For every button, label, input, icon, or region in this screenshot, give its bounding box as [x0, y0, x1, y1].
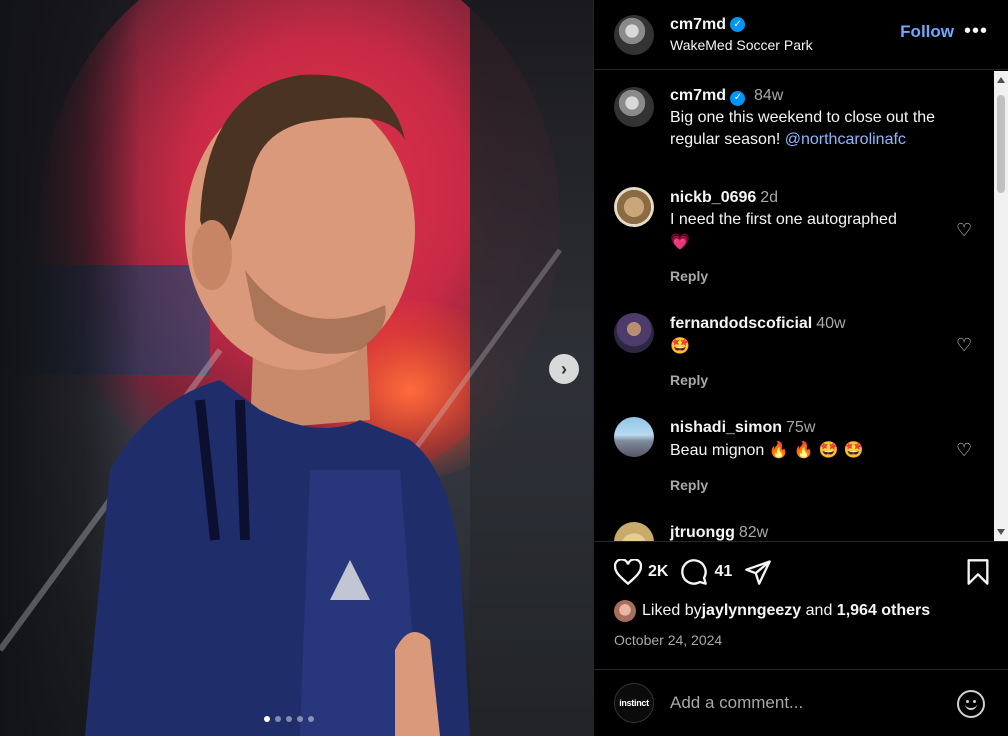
post-actions: 2K 41 Liked by jaylynngeezy and 1,964 ot…	[594, 541, 1008, 669]
slide-indicator	[264, 716, 314, 722]
comment-username[interactable]: jtruongg	[670, 524, 735, 541]
smiley-icon[interactable]	[957, 690, 985, 718]
verified-badge-icon: ✓	[730, 17, 746, 32]
comment-bubble-icon[interactable]	[680, 558, 708, 586]
comment-emoji: 💗	[670, 232, 690, 251]
post-side-panel: cm7md ✓ WakeMed Soccer Park Follow ••• c…	[593, 0, 1008, 736]
likes-count[interactable]: 2K	[648, 563, 668, 581]
comment-item: nishadi_simon 75w Beau mignon 🔥 🔥 🤩 🤩 Rep…	[614, 417, 974, 496]
follow-button[interactable]: Follow	[900, 22, 954, 42]
next-slide-button[interactable]: ›	[549, 354, 579, 384]
comment-text: I need the first one autographed	[670, 211, 897, 228]
comment-emoji: 🔥 🔥 🤩 🤩	[768, 440, 864, 459]
comments-count[interactable]: 41	[714, 563, 732, 581]
add-comment-bar: instinct	[594, 669, 1008, 736]
liked-by-prefix: Liked by	[642, 602, 702, 619]
comments-scrollbar[interactable]	[994, 71, 1008, 541]
reply-button[interactable]: Reply	[670, 369, 846, 391]
author-avatar[interactable]	[614, 87, 654, 127]
comment-like-heart-icon[interactable]: ♡	[956, 440, 972, 461]
heart-icon[interactable]	[614, 559, 642, 585]
commenter-avatar[interactable]	[614, 187, 654, 227]
post-header: cm7md ✓ WakeMed Soccer Park Follow •••	[594, 0, 1008, 70]
chevron-right-icon: ›	[561, 358, 567, 379]
commenter-avatar[interactable]	[614, 313, 654, 353]
liked-by-middle: and	[801, 602, 837, 619]
bookmark-icon[interactable]	[965, 558, 991, 591]
slide-dot	[297, 716, 303, 722]
slide-dot	[308, 716, 314, 722]
verified-badge-icon: ✓	[730, 90, 746, 106]
liked-by-summary: Liked by jaylynngeezy and 1,964 others	[614, 600, 930, 622]
reply-button[interactable]: Reply	[670, 474, 864, 496]
post-location[interactable]: WakeMed Soccer Park	[670, 35, 813, 55]
liker-avatar[interactable]	[614, 600, 636, 622]
comment-item: fernandodscoficial 40w 🤩 Reply	[614, 313, 974, 391]
comment-username[interactable]: nishadi_simon	[670, 419, 782, 436]
paper-plane-icon[interactable]	[744, 558, 772, 586]
comment-age: 2d	[760, 189, 779, 206]
comment-age: 40w	[816, 315, 846, 332]
comment-username[interactable]: fernandodscoficial	[670, 315, 812, 332]
author-username[interactable]: cm7md	[670, 15, 726, 35]
scroll-thumb[interactable]	[997, 95, 1005, 193]
scroll-up-icon[interactable]	[997, 77, 1005, 83]
slide-dot-active	[264, 716, 270, 722]
comment-username[interactable]: nickb_0696	[670, 189, 756, 206]
comments-list[interactable]: cm7md ✓ 84w Big one this weekend to clos…	[594, 71, 1008, 541]
comment-age: 75w	[786, 419, 816, 436]
reply-button[interactable]: Reply	[670, 265, 897, 287]
caption-age: 84w	[753, 87, 784, 104]
comment-like-heart-icon[interactable]: ♡	[956, 220, 972, 241]
slide-dot	[286, 716, 292, 722]
post-media[interactable]: ›	[0, 0, 593, 736]
comment-input[interactable]	[670, 693, 940, 713]
comment-like-heart-icon[interactable]: ♡	[956, 335, 972, 356]
more-options-icon[interactable]: •••	[964, 20, 988, 43]
comment-item: nickb_0696 2d I need the first one autogr…	[614, 187, 974, 287]
author-avatar[interactable]	[614, 14, 654, 55]
caption: cm7md ✓ 84w Big one this weekend to clos…	[614, 87, 974, 151]
comment-emoji: 🤩	[670, 336, 690, 355]
current-user-avatar: instinct	[614, 683, 654, 723]
comment-text: Beau mignon	[670, 442, 769, 459]
commenter-avatar[interactable]	[614, 522, 654, 541]
comment-age: 82w	[738, 524, 769, 541]
caption-username[interactable]: cm7md	[670, 87, 726, 104]
comment-item: jtruongg 82w	[614, 522, 974, 541]
scroll-down-icon[interactable]	[997, 529, 1005, 535]
post-date: October 24, 2024	[614, 632, 723, 648]
commenter-avatar[interactable]	[614, 417, 654, 457]
liked-by-user[interactable]: jaylynngeezy	[702, 602, 802, 620]
liked-by-others[interactable]: 1,964 others	[837, 602, 930, 620]
caption-mention[interactable]: @northcarolinafc	[785, 131, 906, 148]
slide-dot	[275, 716, 281, 722]
player-photo	[0, 74, 563, 736]
